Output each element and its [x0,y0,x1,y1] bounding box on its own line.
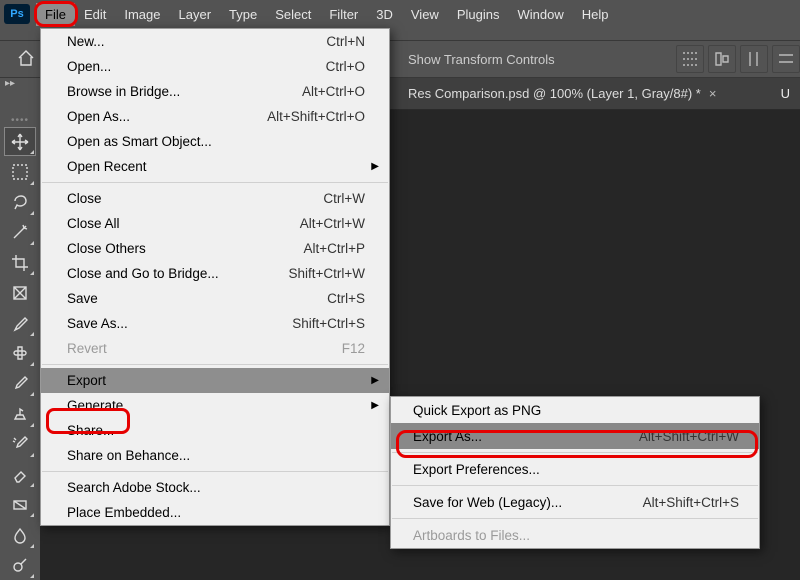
menu-file[interactable]: File [36,3,75,26]
magic-wand-tool[interactable] [4,218,36,247]
healing-brush-tool[interactable] [4,339,36,368]
menu-place-embedded[interactable]: Place Embedded... [41,500,389,525]
dodge-tool[interactable] [4,551,36,580]
menu-filter[interactable]: Filter [320,3,367,26]
menu-select[interactable]: Select [266,3,320,26]
menu-separator [42,471,388,472]
menu-separator [42,364,388,365]
menu-share-behance[interactable]: Share on Behance... [41,443,389,468]
menu-close-all[interactable]: Close AllAlt+Ctrl+W [41,211,389,236]
blur-tool[interactable] [4,520,36,549]
menu-open-as[interactable]: Open As...Alt+Shift+Ctrl+O [41,104,389,129]
menu-close-others[interactable]: Close OthersAlt+Ctrl+P [41,236,389,261]
options-transform-label: Show Transform Controls [408,52,555,67]
menu-plugins[interactable]: Plugins [448,3,509,26]
menu-separator [392,518,758,519]
toolbar-drag-icon[interactable]: •••• [4,116,36,124]
menu-close[interactable]: CloseCtrl+W [41,186,389,211]
align-icon-2[interactable] [708,45,736,73]
app-logo: Ps [4,4,30,24]
menu-separator [392,452,758,453]
menu-artboards-to-files: Artboards to Files... [391,522,759,548]
menu-quick-export-png[interactable]: Quick Export as PNG [391,397,759,423]
menu-generate[interactable]: Generate▶ [41,393,389,418]
menu-close-bridge[interactable]: Close and Go to Bridge...Shift+Ctrl+W [41,261,389,286]
menu-separator [42,182,388,183]
close-tab-icon[interactable]: × [709,86,717,101]
crop-tool[interactable] [4,248,36,277]
menu-3d[interactable]: 3D [367,3,402,26]
move-tool[interactable] [4,127,36,156]
menu-export-preferences[interactable]: Export Preferences... [391,456,759,482]
frame-tool[interactable] [4,278,36,307]
menu-help[interactable]: Help [573,3,618,26]
menu-edit[interactable]: Edit [75,3,115,26]
menu-share[interactable]: Share... [41,418,389,443]
lasso-tool[interactable] [4,188,36,217]
menu-open[interactable]: Open...Ctrl+O [41,54,389,79]
eraser-tool[interactable] [4,460,36,489]
menu-image[interactable]: Image [115,3,169,26]
menu-window[interactable]: Window [508,3,572,26]
menu-save-for-web[interactable]: Save for Web (Legacy)...Alt+Shift+Ctrl+S [391,489,759,515]
home-icon[interactable] [16,48,36,71]
menu-new[interactable]: New...Ctrl+N [41,29,389,54]
menu-browse-bridge[interactable]: Browse in Bridge...Alt+Ctrl+O [41,79,389,104]
menu-open-smart-object[interactable]: Open as Smart Object... [41,129,389,154]
brush-tool[interactable] [4,369,36,398]
clone-stamp-tool[interactable] [4,399,36,428]
align-icon-4[interactable] [772,45,800,73]
menu-open-recent[interactable]: Open Recent▶ [41,154,389,179]
align-icon-1[interactable] [676,45,704,73]
menu-layer[interactable]: Layer [170,3,221,26]
menu-export-as[interactable]: Export As...Alt+Shift+Ctrl+W [391,423,759,449]
toolbar: •••• [0,110,40,580]
menu-save[interactable]: SaveCtrl+S [41,286,389,311]
tab-overflow-label: U [781,86,790,101]
document-tab-title: Res Comparison.psd @ 100% (Layer 1, Gray… [408,86,701,101]
submenu-arrow-icon: ▶ [371,375,379,386]
submenu-arrow-icon: ▶ [371,161,379,172]
export-submenu: Quick Export as PNG Export As...Alt+Shif… [390,396,760,549]
menu-export[interactable]: Export▶ [41,368,389,393]
panel-expand-icon[interactable]: ▸▸ [0,78,40,96]
file-menu-dropdown: New...Ctrl+N Open...Ctrl+O Browse in Bri… [40,28,390,526]
eyedropper-tool[interactable] [4,309,36,338]
menu-type[interactable]: Type [220,3,266,26]
menu-revert: RevertF12 [41,336,389,361]
menu-save-as[interactable]: Save As...Shift+Ctrl+S [41,311,389,336]
gradient-tool[interactable] [4,490,36,519]
history-brush-tool[interactable] [4,430,36,459]
menubar: Ps File Edit Image Layer Type Select Fil… [0,0,800,28]
menu-search-stock[interactable]: Search Adobe Stock... [41,475,389,500]
document-tab[interactable]: Res Comparison.psd @ 100% (Layer 1, Gray… [408,86,716,101]
submenu-arrow-icon: ▶ [371,400,379,411]
marquee-tool[interactable] [4,157,36,186]
menu-view[interactable]: View [402,3,448,26]
menu-separator [392,485,758,486]
align-icon-3[interactable] [740,45,768,73]
